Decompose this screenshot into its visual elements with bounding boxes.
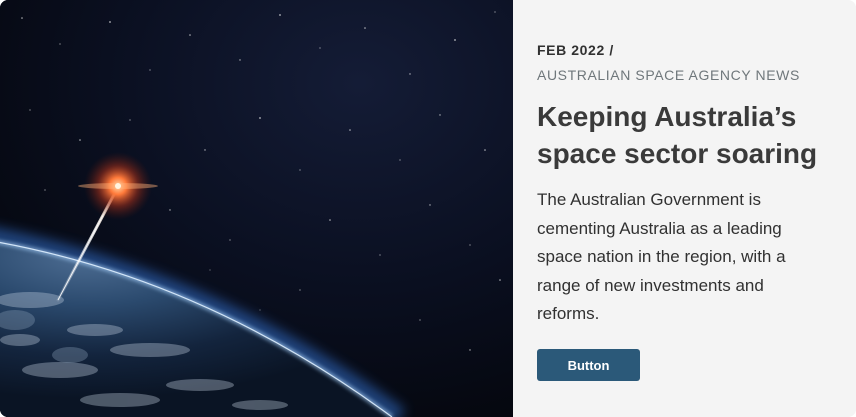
card-title: Keeping Australia’s space sector soaring [537, 101, 818, 169]
news-card: FEB 2022 / AUSTRALIAN SPACE AGENCY NEWS … [0, 0, 856, 417]
card-content: FEB 2022 / AUSTRALIAN SPACE AGENCY NEWS … [513, 0, 856, 417]
article-date: FEB 2022 / [537, 42, 614, 58]
hero-image [0, 0, 513, 417]
card-action-button[interactable]: Button [537, 349, 640, 381]
article-meta: FEB 2022 / AUSTRALIAN SPACE AGENCY NEWS [537, 38, 832, 88]
earth-launch-image [0, 0, 513, 417]
article-source: AUSTRALIAN SPACE AGENCY NEWS [537, 67, 800, 83]
card-description: The Australian Government is cementing A… [537, 190, 786, 323]
